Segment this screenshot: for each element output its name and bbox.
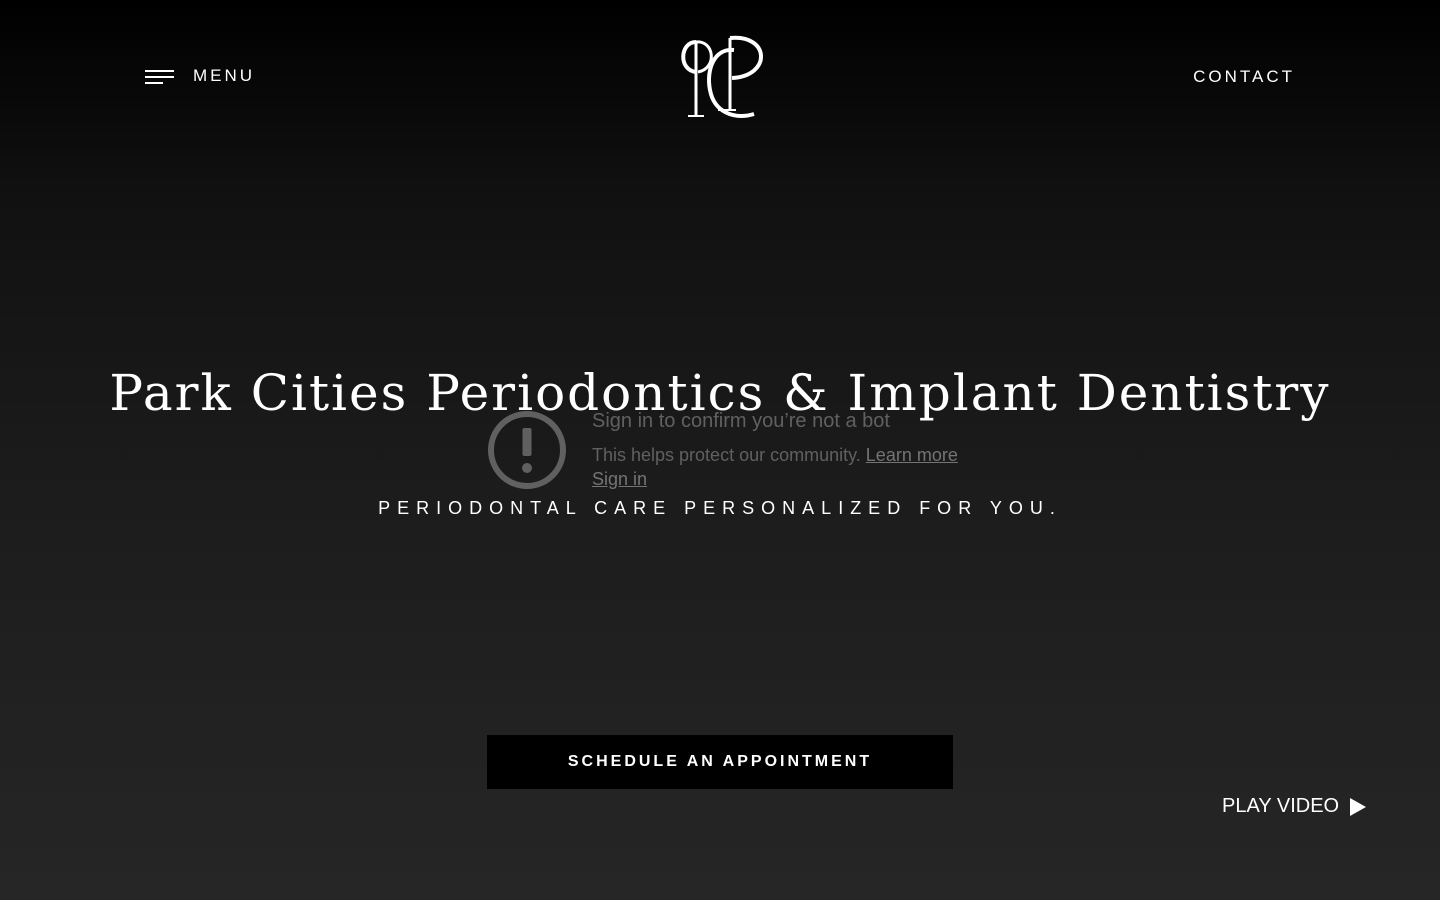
pcp-monogram-logo[interactable] [674,30,772,122]
play-video-button[interactable]: PLAY VIDEO [1222,795,1367,818]
menu-label: MENU [193,66,256,85]
play-icon [1350,797,1367,816]
hamburger-icon [145,68,174,84]
overlay-description-line: This helps protect our community. Learn … [592,442,958,468]
menu-button[interactable]: MENU [145,66,255,86]
play-video-label: PLAY VIDEO [1222,795,1340,817]
schedule-appointment-button[interactable]: SCHEDULE AN APPOINTMENT [487,735,953,789]
overlay-description: This helps protect our community. [592,445,861,465]
exclamation-circle-icon [488,411,566,489]
learn-more-link[interactable]: Learn more [866,445,958,465]
contact-link[interactable]: CONTACT [1193,67,1295,87]
hero-subtitle: PERIODONTAL CARE PERSONALIZED FOR YOU. [378,498,1062,518]
bot-check-overlay: Sign in to confirm you’re not a bot This… [487,408,1007,498]
sign-in-link[interactable]: Sign in [592,468,647,490]
site-header: MENU CONTACT [0,0,1440,150]
overlay-title: Sign in to confirm you’re not a bot [592,410,890,432]
overlay-text: Sign in to confirm you’re not a bot This… [592,408,958,490]
